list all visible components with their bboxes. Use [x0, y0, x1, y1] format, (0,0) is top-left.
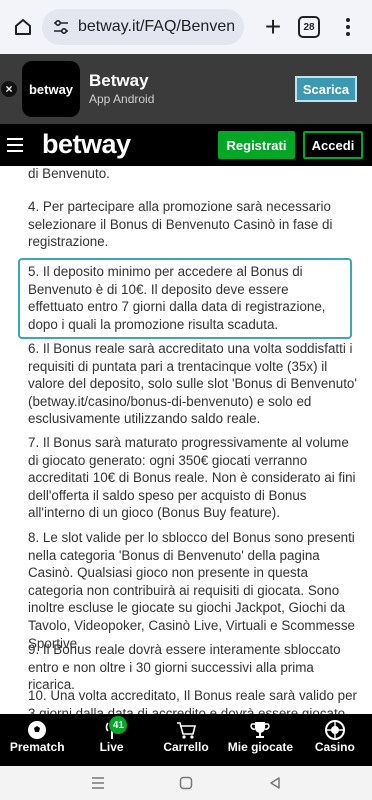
- register-button[interactable]: Registrati: [218, 131, 295, 159]
- faq-paragraph-highlighted: 5. Il deposito minimo per accedere al Bo…: [18, 258, 352, 340]
- close-icon[interactable]: ×: [1, 81, 17, 97]
- faq-paragraph: di Benvenuto.: [28, 166, 110, 181]
- trophy-icon: [250, 722, 271, 738]
- site-settings-icon[interactable]: [52, 18, 70, 36]
- browser-menu-button[interactable]: [338, 12, 358, 42]
- url-text: betway.it/FAQ/Benvenuto: [78, 18, 234, 35]
- plus-icon: +: [264, 11, 282, 42]
- nav-label: Prematch: [9, 740, 65, 754]
- faq-paragraph: 10. Una volta accreditato, Il Bonus real…: [28, 688, 357, 714]
- hamburger-menu-icon[interactable]: [7, 138, 23, 152]
- app-subtitle: App Android: [89, 92, 155, 106]
- nav-live[interactable]: 41 Live: [74, 714, 148, 766]
- new-tab-button[interactable]: +: [258, 12, 288, 42]
- home-button[interactable]: [8, 12, 38, 42]
- faq-paragraph: 7. Il Bonus sarà maturato progressivamen…: [28, 435, 356, 521]
- download-button[interactable]: Scarica: [295, 76, 357, 102]
- nav-label: Casino: [314, 740, 355, 754]
- cart-icon: [177, 722, 197, 739]
- browser-toolbar: betway.it/FAQ/Benvenuto + 28: [0, 0, 372, 54]
- nav-label: Mie giocate: [227, 740, 294, 754]
- live-count-badge: 41: [109, 716, 128, 734]
- soccer-ball-icon: [28, 721, 47, 739]
- nav-label: Live: [99, 740, 124, 754]
- faq-paragraph: 8. Le slot valide per lo sblocco del Bon…: [28, 530, 356, 651]
- app-logo: betway: [22, 61, 80, 117]
- home-nav-icon[interactable]: [179, 776, 193, 790]
- app-download-banner: × betway Betway App Android Scarica: [0, 54, 372, 124]
- roulette-icon: [324, 720, 345, 740]
- faq-paragraph: 6. Il Bonus reale sarà accreditato una v…: [28, 341, 357, 427]
- login-button[interactable]: Accedi: [303, 131, 363, 159]
- home-icon: [15, 19, 31, 35]
- faq-content: di Benvenuto. 4. Per partecipare alla pr…: [0, 166, 372, 714]
- bottom-navigation: Prematch 41 Live Carrello Mie giocate Ca…: [0, 714, 372, 766]
- site-logo[interactable]: betway: [42, 129, 131, 160]
- system-navigation-bar: [0, 766, 372, 800]
- back-nav-icon[interactable]: [268, 776, 282, 790]
- faq-paragraph: 4. Per partecipare alla promozione sarà …: [28, 199, 333, 250]
- site-header: betway Registrati Accedi: [0, 124, 372, 166]
- nav-carrello[interactable]: Carrello: [149, 714, 223, 766]
- nav-label: Carrello: [163, 740, 209, 754]
- faq-paragraph: 9. Il Bonus reale dovrà essere interamen…: [28, 642, 341, 693]
- tab-switcher-button[interactable]: 28: [298, 16, 320, 38]
- nav-casino[interactable]: Casino: [298, 714, 372, 766]
- app-title: Betway: [89, 71, 149, 90]
- nav-prematch[interactable]: Prematch: [0, 714, 74, 766]
- recent-apps-icon[interactable]: [90, 776, 106, 790]
- nav-mie-giocate[interactable]: Mie giocate: [223, 714, 297, 766]
- address-bar[interactable]: betway.it/FAQ/Benvenuto: [42, 9, 244, 45]
